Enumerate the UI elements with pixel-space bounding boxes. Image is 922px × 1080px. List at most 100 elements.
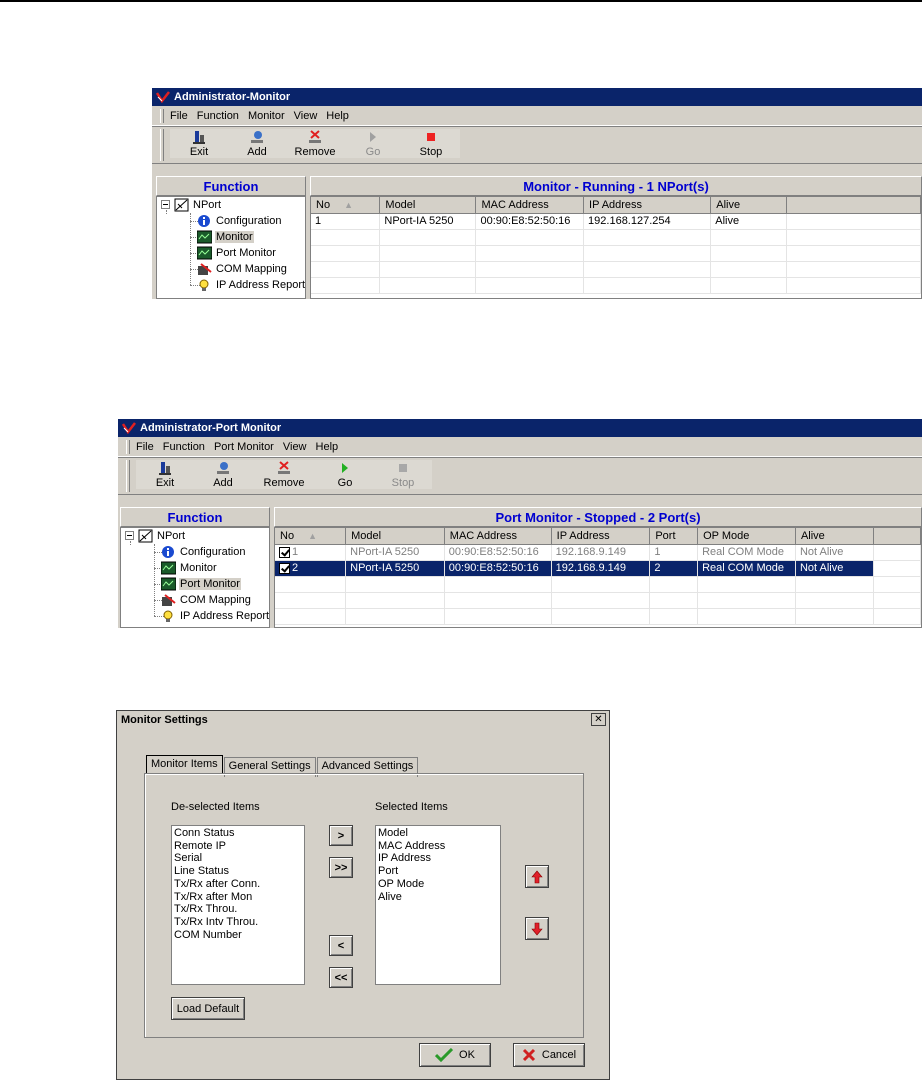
add-button[interactable]: Add xyxy=(194,460,252,489)
selected-items-list[interactable]: Model MAC Address IP Address Port OP Mod… xyxy=(375,825,501,985)
tree-node-monitor[interactable]: Monitor xyxy=(197,229,254,244)
monitor-icon xyxy=(161,561,176,574)
deselected-items-list[interactable]: Conn Status Remote IP Serial Line Status… xyxy=(171,825,305,985)
add-label: Add xyxy=(213,477,233,489)
list-item[interactable]: Remote IP xyxy=(174,840,302,853)
remove-button[interactable]: Remove xyxy=(286,129,344,158)
tree-node-com-mapping[interactable]: COM Mapping xyxy=(161,592,252,607)
menu-monitor[interactable]: Monitor xyxy=(248,110,285,122)
list-item[interactable]: Tx/Rx after Conn. xyxy=(174,878,302,891)
collapse-icon[interactable] xyxy=(161,200,170,209)
list-item[interactable]: Line Status xyxy=(174,865,302,878)
tree-node-configuration[interactable]: Configuration xyxy=(197,213,282,228)
close-button[interactable]: ✕ xyxy=(591,713,606,726)
col-model[interactable]: Model xyxy=(379,197,477,214)
device-grid: No ▲ Model MAC Address IP Address Alive 1… xyxy=(310,196,922,299)
menu-function[interactable]: Function xyxy=(197,110,239,122)
grid-header: Monitor - Running - 1 NPort(s) xyxy=(310,176,922,196)
empty-row xyxy=(311,229,921,246)
exit-button[interactable]: Exit xyxy=(136,460,194,489)
cell-no-value: 1 xyxy=(292,546,299,558)
remove-button[interactable]: Remove xyxy=(252,460,316,489)
collapse-icon[interactable] xyxy=(125,531,134,540)
tab-monitor-items[interactable]: Monitor Items xyxy=(146,755,223,775)
stop-label: Stop xyxy=(391,477,415,489)
tree-node-nport[interactable]: NPort xyxy=(125,528,186,543)
col-mac-address[interactable]: MAC Address xyxy=(444,528,552,545)
move-right-button[interactable]: > xyxy=(329,825,353,846)
list-item[interactable]: Tx/Rx after Mon xyxy=(174,891,302,904)
port-monitor-icon xyxy=(197,246,212,259)
tree-node-port-monitor[interactable]: Port Monitor xyxy=(197,245,277,260)
list-item[interactable]: Alive xyxy=(378,891,498,904)
list-item[interactable]: Serial xyxy=(174,852,302,865)
col-ip-address[interactable]: IP Address xyxy=(583,197,712,214)
go-button[interactable]: Go xyxy=(344,129,402,158)
info-icon xyxy=(162,545,174,558)
move-all-left-button[interactable]: << xyxy=(329,967,353,988)
menu-port-monitor[interactable]: Port Monitor xyxy=(214,441,274,453)
menu-function[interactable]: Function xyxy=(163,441,205,453)
list-item[interactable]: COM Number xyxy=(174,929,302,942)
menu-help[interactable]: Help xyxy=(316,441,339,453)
title-bar[interactable]: Administrator-Port Monitor xyxy=(118,419,922,437)
row-checkbox[interactable] xyxy=(279,546,290,558)
stop-button[interactable]: Stop xyxy=(374,460,432,489)
col-port[interactable]: Port xyxy=(649,528,699,545)
dialog-title-bar[interactable]: Monitor Settings xyxy=(117,711,609,729)
col-no[interactable]: No ▲ xyxy=(311,197,381,214)
tree-node-nport[interactable]: NPort xyxy=(161,197,222,212)
title-bar[interactable]: Administrator-Monitor xyxy=(152,88,922,106)
list-item[interactable]: OP Mode xyxy=(378,878,498,891)
cell-alive: Alive xyxy=(710,213,788,230)
list-item[interactable]: Model xyxy=(378,827,498,840)
add-button[interactable]: Add xyxy=(228,129,286,158)
col-op-mode[interactable]: OP Mode xyxy=(697,528,796,545)
list-item[interactable]: Conn Status xyxy=(174,827,302,840)
cancel-button[interactable]: Cancel xyxy=(513,1043,585,1067)
tree-node-com-mapping[interactable]: COM Mapping xyxy=(197,261,288,276)
move-all-right-button[interactable]: >> xyxy=(329,857,353,878)
col-model[interactable]: Model xyxy=(345,528,445,545)
tree-node-port-monitor[interactable]: Port Monitor xyxy=(161,576,241,591)
move-up-button[interactable] xyxy=(525,865,549,888)
tree-node-monitor[interactable]: Monitor xyxy=(161,560,218,575)
stop-button[interactable]: Stop xyxy=(402,129,460,158)
col-no[interactable]: No ▲ xyxy=(275,528,347,545)
go-button[interactable]: Go xyxy=(316,460,374,489)
table-row[interactable]: 1 NPort-IA 5250 00:90:E8:52:50:16 192.16… xyxy=(311,213,921,230)
move-down-button[interactable] xyxy=(525,917,549,940)
stop-icon xyxy=(427,133,435,141)
list-item[interactable]: IP Address xyxy=(378,852,498,865)
grid-header: Port Monitor - Stopped - 2 Port(s) xyxy=(274,507,922,527)
row-checkbox[interactable] xyxy=(279,562,290,574)
col-mac-address[interactable]: MAC Address xyxy=(475,197,585,214)
tree-label-com-mapping: COM Mapping xyxy=(216,262,287,275)
monitor-icon xyxy=(197,230,212,243)
table-row[interactable]: 1 NPort-IA 5250 00:90:E8:52:50:16 192.16… xyxy=(275,544,921,561)
function-header: Function xyxy=(156,176,306,196)
load-default-button[interactable]: Load Default xyxy=(171,997,245,1020)
col-ip-address[interactable]: IP Address xyxy=(551,528,651,545)
menu-help[interactable]: Help xyxy=(326,110,349,122)
tree-node-ip-address-report[interactable]: IP Address Report xyxy=(161,608,270,623)
com-mapping-icon xyxy=(198,262,212,275)
move-left-button[interactable]: < xyxy=(329,935,353,956)
tree-node-ip-address-report[interactable]: IP Address Report xyxy=(197,277,306,292)
col-alive[interactable]: Alive xyxy=(710,197,788,214)
list-item[interactable]: Port xyxy=(378,865,498,878)
cell-mac: 00:90:E8:52:50:16 xyxy=(444,560,552,577)
menu-view[interactable]: View xyxy=(283,441,307,453)
menu-view[interactable]: View xyxy=(294,110,318,122)
col-alive[interactable]: Alive xyxy=(795,528,874,545)
list-item[interactable]: Tx/Rx Intv Throu. xyxy=(174,916,302,929)
table-row-selected[interactable]: 2 NPort-IA 5250 00:90:E8:52:50:16 192.16… xyxy=(275,560,921,577)
list-item[interactable]: Tx/Rx Throu. xyxy=(174,903,302,916)
list-item[interactable]: MAC Address xyxy=(378,840,498,853)
menu-file[interactable]: File xyxy=(170,110,188,122)
exit-button[interactable]: Exit xyxy=(170,129,228,158)
menu-file[interactable]: File xyxy=(136,441,154,453)
ok-button[interactable]: OK xyxy=(419,1043,491,1067)
tree-node-configuration[interactable]: Configuration xyxy=(161,544,246,559)
page-top-rule xyxy=(0,0,922,2)
